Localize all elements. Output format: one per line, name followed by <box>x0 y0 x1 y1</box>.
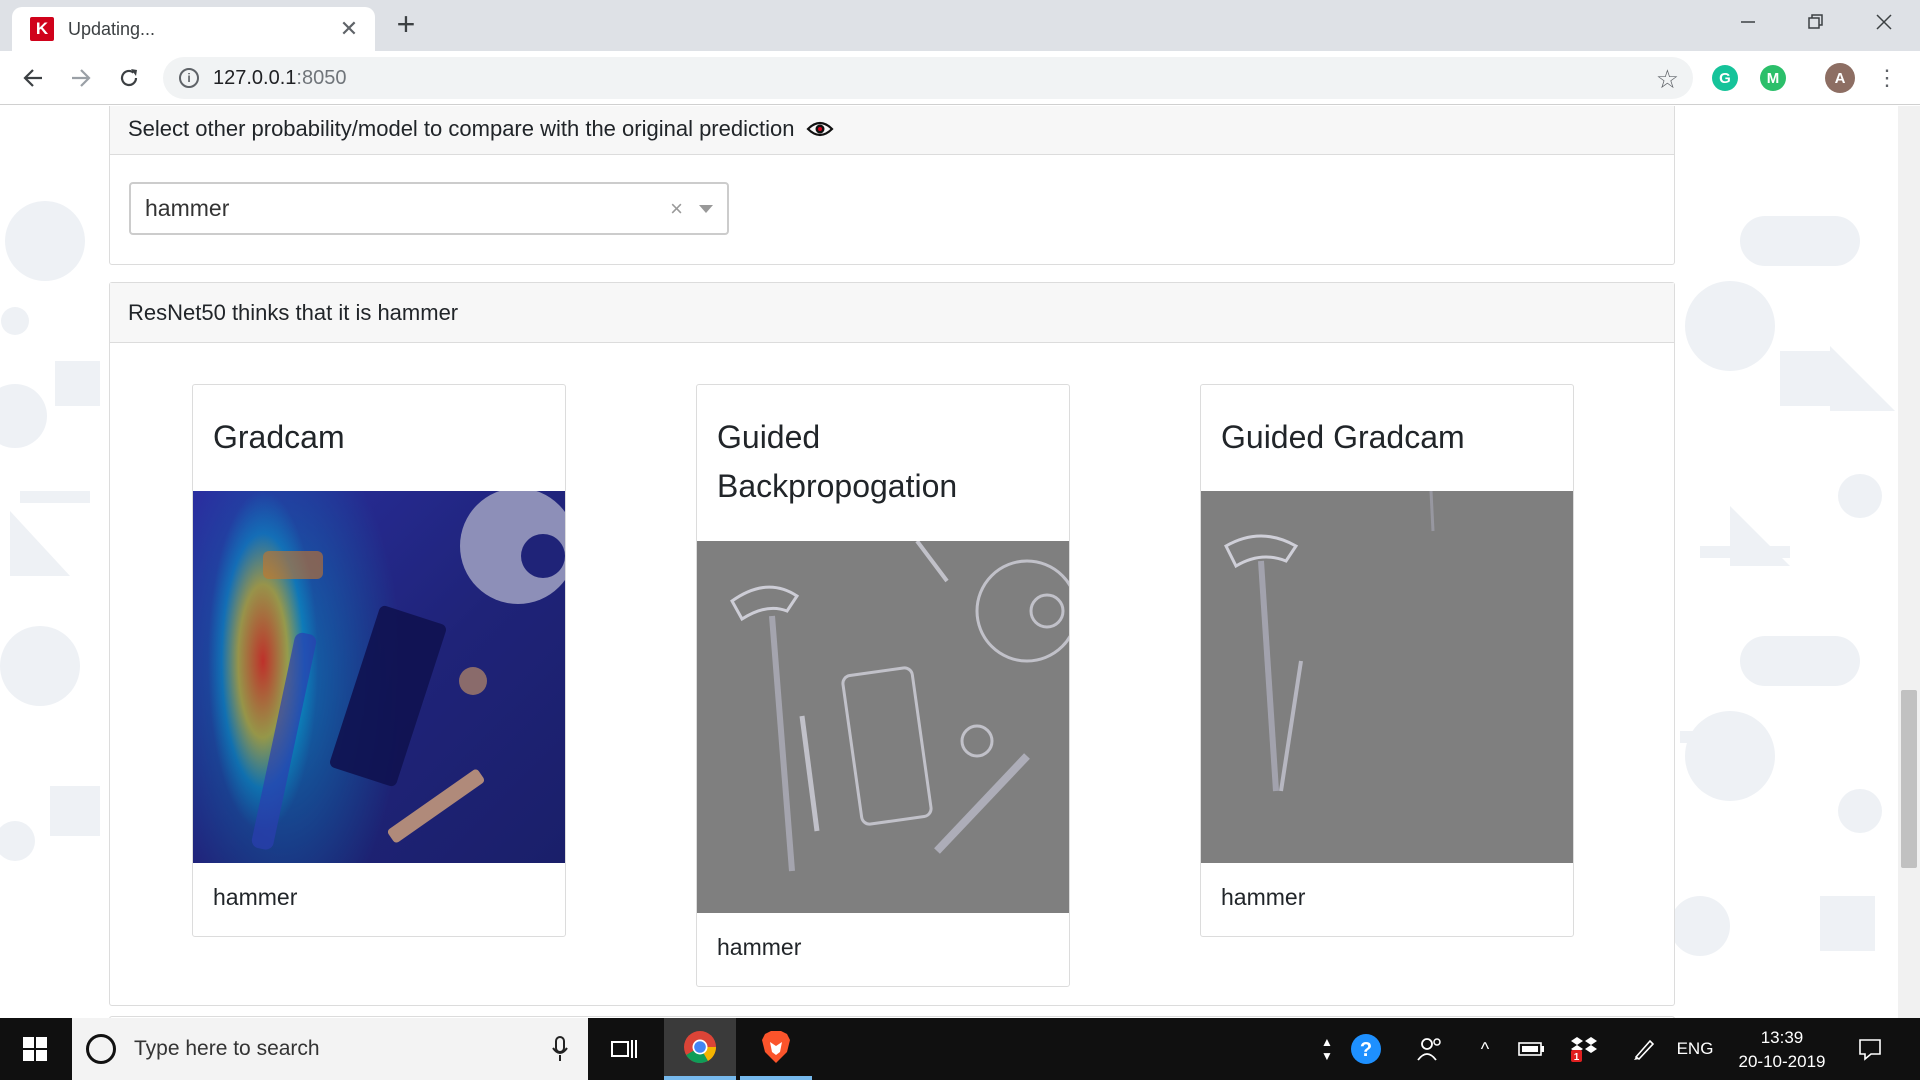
results-panel-title: ResNet50 thinks that it is hammer <box>128 299 459 325</box>
people-icon[interactable] <box>1410 1018 1450 1080</box>
page-scrollbar[interactable] <box>1898 106 1920 1018</box>
guided-gradcam-image <box>1201 491 1573 863</box>
reload-button[interactable] <box>112 61 146 95</box>
url-host: 127.0.0.1 <box>213 66 297 89</box>
browser-toolbar: i 127.0.0.1:8050 ☆ G M A ⋮ <box>0 51 1920 105</box>
dropbox-badge: 1 <box>1574 1052 1580 1063</box>
chrome-icon <box>684 1031 717 1064</box>
clock-time: 13:39 <box>1760 1028 1804 1047</box>
results-panel: ResNet50 thinks that it is hammer Gradca… <box>109 282 1675 1006</box>
info-icon[interactable]: i <box>179 68 199 88</box>
forward-button[interactable] <box>64 61 98 95</box>
guided-gradcam-card: Guided Gradcam hammer <box>1200 384 1574 937</box>
guided-backprop-card: Guided Backpropogation hammer <box>696 384 1070 987</box>
show-hidden-icons-chevron-up-icon[interactable]: ^ <box>1470 1018 1500 1080</box>
chevron-down-icon[interactable] <box>699 204 713 213</box>
language-indicator[interactable]: ENG <box>1672 1018 1718 1080</box>
back-button[interactable] <box>16 61 50 95</box>
help-icon[interactable]: ? <box>1346 1018 1386 1080</box>
guided-backprop-title: Guided Backpropogation <box>717 419 958 504</box>
eye-icon <box>806 119 835 139</box>
address-bar[interactable]: i 127.0.0.1:8050 ☆ <box>163 57 1693 99</box>
new-tab-button[interactable]: + <box>390 8 422 40</box>
gradcam-card: Gradcam hammer <box>192 384 566 937</box>
taskbar-scroll-arrows[interactable]: ▲ ▼ <box>1316 1018 1338 1080</box>
start-button[interactable] <box>0 1018 70 1080</box>
class-select-dropdown[interactable]: hammer × <box>129 182 729 235</box>
task-view-icon <box>611 1040 637 1058</box>
minimize-button[interactable] <box>1714 0 1782 44</box>
page-viewport: Select other probability/model to compar… <box>0 106 1898 1018</box>
dropbox-icon[interactable]: 1 <box>1566 1018 1602 1080</box>
restore-button[interactable] <box>1782 0 1850 44</box>
windows-taskbar: Type here to search ▲ ▼ ? ^ 1 ENG 13:39 … <box>0 1018 1920 1080</box>
taskbar-search-box[interactable]: Type here to search <box>72 1018 588 1080</box>
guided-gradcam-title: Guided Gradcam <box>1221 419 1465 455</box>
profile-avatar[interactable]: A <box>1825 63 1855 93</box>
dropdown-selected-value: hammer <box>145 195 230 221</box>
menu-kebab-icon[interactable]: ⋮ <box>1870 61 1904 95</box>
gradcam-image <box>193 491 565 863</box>
restore-icon <box>1808 14 1823 29</box>
gradcam-caption: hammer <box>213 884 298 910</box>
action-center-icon[interactable] <box>1850 1018 1890 1080</box>
task-view-button[interactable] <box>588 1018 660 1080</box>
guided-gradcam-caption: hammer <box>1221 884 1306 910</box>
tab-title: Updating... <box>68 18 156 39</box>
browser-tabstrip: K Updating... ✕ + <box>0 0 1920 51</box>
clock-date: 20-10-2019 <box>1738 1052 1826 1071</box>
guided-backprop-caption: hammer <box>717 934 802 960</box>
gradcam-title: Gradcam <box>213 419 345 455</box>
minimize-icon <box>1741 21 1755 23</box>
compare-panel-title: Select other probability/model to compar… <box>128 115 795 141</box>
grammarly-extension-icon[interactable]: G <box>1712 65 1738 91</box>
clear-selection-icon[interactable]: × <box>670 196 683 222</box>
search-placeholder: Type here to search <box>134 1037 320 1060</box>
scrollbar-thumb[interactable] <box>1901 690 1917 868</box>
guided-backprop-image <box>697 541 1069 913</box>
reload-icon <box>120 69 138 87</box>
chrome-taskbar-button[interactable] <box>664 1018 736 1080</box>
windows-logo-icon <box>23 1037 47 1061</box>
url-text: 127.0.0.1:8050 <box>213 67 346 90</box>
compare-panel: Select other probability/model to compar… <box>109 106 1675 265</box>
svg-text:?: ? <box>1360 1039 1372 1061</box>
pen-workspace-icon[interactable] <box>1626 1018 1662 1080</box>
browser-tab[interactable]: K Updating... ✕ <box>12 7 375 51</box>
url-port: :8050 <box>296 66 347 89</box>
battery-icon[interactable] <box>1514 1018 1550 1080</box>
m-extension-icon[interactable]: M <box>1760 65 1786 91</box>
taskbar-clock[interactable]: 13:39 20-10-2019 <box>1726 1026 1838 1074</box>
window-close-button[interactable] <box>1850 0 1918 44</box>
close-icon <box>1876 14 1892 30</box>
microphone-icon[interactable] <box>552 1036 568 1062</box>
tab-close-icon[interactable]: ✕ <box>337 16 361 42</box>
bookmark-star-icon[interactable]: ☆ <box>1656 64 1679 95</box>
brave-lion-icon <box>762 1031 790 1063</box>
arrow-left-icon <box>23 69 42 87</box>
brave-taskbar-button[interactable] <box>740 1018 812 1080</box>
arrow-right-icon <box>72 69 91 87</box>
compare-panel-header: Select other probability/model to compar… <box>110 106 1674 155</box>
results-panel-header: ResNet50 thinks that it is hammer <box>110 283 1674 343</box>
tab-favicon-icon: K <box>30 17 54 41</box>
cortana-icon <box>86 1034 116 1064</box>
